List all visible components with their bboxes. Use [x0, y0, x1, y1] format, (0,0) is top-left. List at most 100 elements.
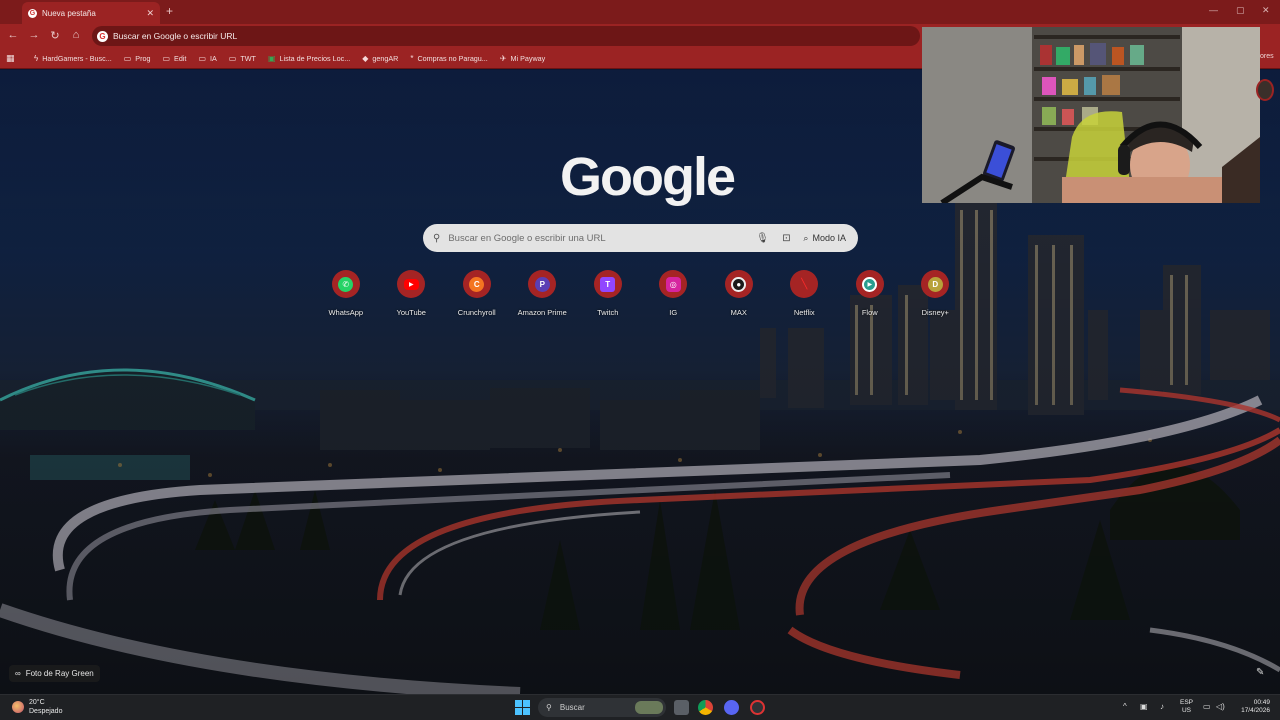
microphone-icon[interactable]: 🎙︎: [755, 233, 769, 244]
shortcut-netflix[interactable]: ╲ Netflix: [772, 270, 838, 317]
ai-mode-label: Modo IA: [812, 233, 846, 243]
bookmark-hardgamers[interactable]: ϟ HardGamers - Busc...: [34, 54, 112, 63]
bookmark-folder-prog[interactable]: ▭ Prog: [124, 54, 151, 63]
whatsapp-icon: ✆: [338, 276, 354, 292]
clock-date: 17/4/2026: [1241, 707, 1270, 714]
chrome-icon[interactable]: [698, 700, 713, 715]
forward-icon[interactable]: →: [27, 29, 41, 41]
profile-avatar[interactable]: [1256, 79, 1274, 101]
other-bookmarks[interactable]: ores: [1260, 53, 1274, 60]
shortcut-whatsapp[interactable]: ✆ WhatsApp: [313, 270, 379, 317]
bookmark-gengar[interactable]: ◆ gengAR: [362, 54, 398, 63]
start-button[interactable]: [515, 700, 530, 715]
link-icon: ∞: [15, 669, 21, 678]
bookmark-label: HardGamers - Busc...: [42, 53, 112, 63]
folder-icon: ▭: [123, 53, 132, 63]
flow-icon: ▶: [862, 276, 878, 292]
search-placeholder: Buscar en Google o escribir una URL: [448, 232, 606, 244]
bookmark-label: Lista de Precios Loc...: [279, 53, 351, 63]
tab-title: Nueva pestaña: [42, 8, 96, 18]
google-lens-icon[interactable]: ⊡: [779, 233, 793, 244]
shortcuts-grid: ✆ WhatsApp ▶ YouTube C Crunchyroll P Amazon …: [313, 270, 968, 317]
microphone-icon[interactable]: ♪: [1160, 702, 1164, 711]
home-icon[interactable]: ⌂: [69, 29, 83, 41]
shortcut-label: YouTube: [396, 308, 426, 317]
ai-mode-icon: ⌕: [803, 232, 809, 243]
bookmark-folder-edit[interactable]: ▭ Edit: [162, 54, 186, 63]
input-language[interactable]: ESP US: [1180, 699, 1193, 715]
tab-strip: G Nueva pestaña ✕ + — ▢ ✕: [0, 0, 1280, 24]
photo-credit-text: Foto de Ray Green: [25, 669, 94, 678]
folder-icon: ▭: [198, 53, 206, 63]
taskbar-search-label: Buscar: [559, 703, 585, 712]
omnibox[interactable]: G Buscar en Google o escribir URL: [92, 26, 920, 46]
folder-icon: ▭: [162, 53, 171, 63]
prime-icon: P: [534, 276, 550, 292]
tab-close-icon[interactable]: ✕: [146, 8, 154, 19]
bolt-icon: ϟ: [34, 53, 39, 63]
back-icon[interactable]: ←: [6, 29, 20, 41]
taskbar-search[interactable]: ⚲ Buscar: [538, 698, 666, 717]
bookmark-label: gengAR: [372, 53, 399, 63]
bookmark-compras[interactable]: * Compras no Paragu...: [410, 54, 487, 63]
app-icon[interactable]: [750, 700, 765, 715]
customize-pencil-icon[interactable]: ✎: [1256, 667, 1264, 678]
maximize-icon[interactable]: ▢: [1236, 5, 1245, 16]
shortcut-disney[interactable]: D Disney+: [903, 270, 969, 317]
task-view-icon[interactable]: [674, 700, 689, 715]
shortcut-youtube[interactable]: ▶ YouTube: [379, 270, 445, 317]
shortcut-max[interactable]: ● MAX: [706, 270, 772, 317]
shortcut-flow[interactable]: ▶ Flow: [837, 270, 903, 317]
bookmark-payway[interactable]: ✈ Mi Payway: [500, 54, 545, 63]
weather-widget[interactable]: 20°C Despejado: [12, 698, 62, 716]
tab-new-tab[interactable]: G Nueva pestaña ✕: [22, 2, 160, 24]
shortcut-label: Amazon Prime: [517, 308, 567, 317]
crunchyroll-icon: C: [469, 276, 485, 292]
bookmark-label: Prog: [135, 53, 151, 63]
shortcut-label: Twitch: [597, 308, 619, 317]
shortcut-twitch[interactable]: T Twitch: [575, 270, 641, 317]
search-icon: ⚲: [546, 703, 552, 712]
new-tab-button[interactable]: +: [166, 4, 173, 18]
bookmark-lista-precios[interactable]: ▣ Lista de Precios Loc...: [268, 54, 350, 63]
bookmark-folder-twt[interactable]: ▭ TWT: [229, 54, 256, 63]
volume-icon[interactable]: ◁): [1216, 702, 1225, 711]
instagram-icon: ◎: [665, 276, 681, 292]
netflix-icon: ╲: [801, 278, 808, 290]
bookmark-folder-ia[interactable]: ▭ IA: [198, 54, 216, 63]
sheets-icon: ▣: [267, 53, 276, 63]
windows-taskbar: 20°C Despejado ⚲ Buscar ^ ▣ ♪ ESP US ▭ ◁…: [0, 694, 1280, 720]
minimize-icon[interactable]: —: [1209, 5, 1218, 15]
webcam-overlay: [922, 27, 1260, 203]
lang-code: ESP: [1180, 699, 1194, 706]
clock[interactable]: 00:49 17/4/2026: [1230, 699, 1270, 715]
bookmark-label: Mi Payway: [510, 53, 546, 63]
shortcut-label: Netflix: [793, 308, 815, 317]
omnibox-text: Buscar en Google o escribir URL: [113, 31, 238, 41]
weather-desc: Despejado: [29, 708, 63, 715]
tray-app-icon[interactable]: ▣: [1140, 702, 1148, 711]
ai-mode-button[interactable]: ⌕ Modo IA: [803, 233, 846, 244]
chevron-up-icon[interactable]: ^: [1123, 702, 1127, 711]
search-icon: ⚲: [433, 232, 441, 244]
twitch-icon: T: [600, 276, 616, 292]
bookmark-label: Edit: [174, 53, 187, 63]
bookmark-label: IA: [210, 53, 217, 63]
discord-icon[interactable]: [724, 700, 739, 715]
folder-icon: ▭: [228, 53, 237, 63]
shortcut-crunchyroll[interactable]: C Crunchyroll: [444, 270, 510, 317]
reload-icon[interactable]: ↻: [48, 29, 62, 42]
ntp-search-box[interactable]: ⚲ Buscar en Google o escribir una URL 🎙︎…: [423, 224, 858, 252]
weather-temp: 20°C: [29, 699, 45, 706]
max-icon: ●: [731, 276, 747, 292]
shortcut-amazon-prime[interactable]: P Amazon Prime: [510, 270, 576, 317]
apps-grid-icon[interactable]: ▦: [6, 53, 16, 64]
ai-icon: ◆: [362, 53, 369, 63]
close-window-icon[interactable]: ✕: [1262, 5, 1270, 16]
network-icon[interactable]: ▭: [1203, 702, 1211, 711]
shortcut-label: IG: [669, 308, 678, 317]
shortcut-label: Disney+: [921, 308, 949, 317]
shortcut-ig[interactable]: ◎ IG: [641, 270, 707, 317]
clock-time: 00:49: [1253, 699, 1270, 706]
photo-credit-link[interactable]: ∞ Foto de Ray Green: [9, 665, 100, 682]
